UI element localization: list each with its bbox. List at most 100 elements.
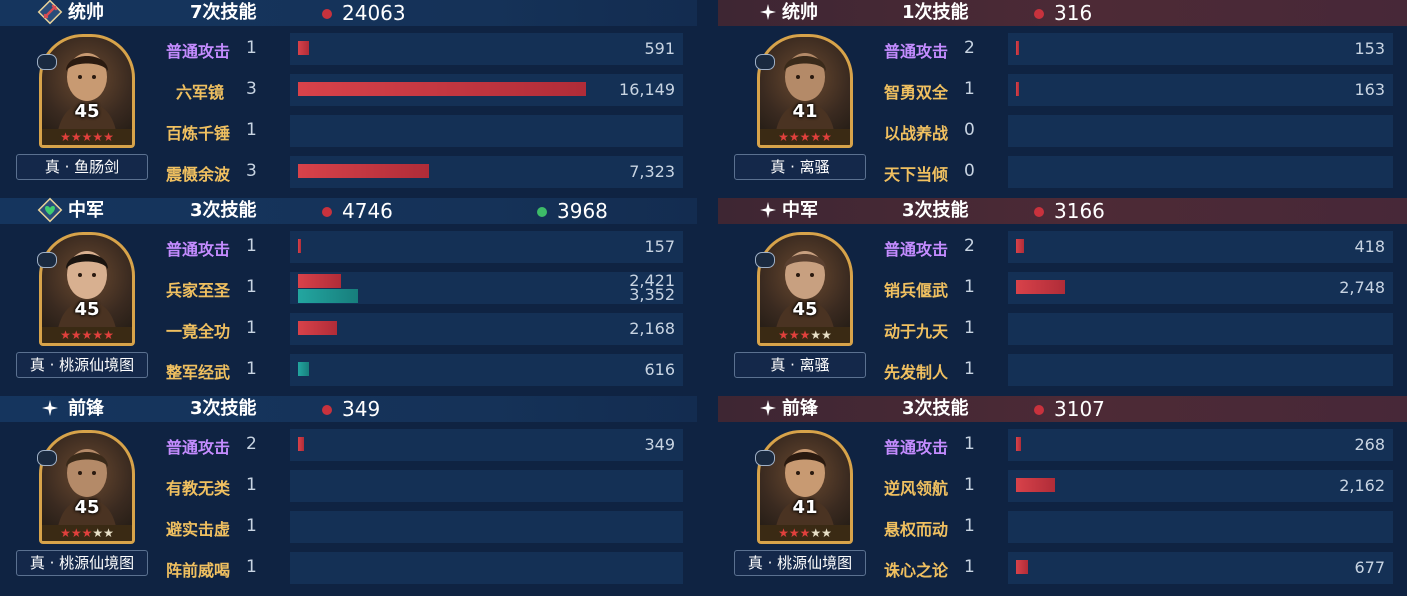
- damage-bar: [298, 164, 429, 178]
- hero-portrait[interactable]: 45 ★★★★★: [39, 430, 135, 544]
- skill-row-track: [1008, 354, 1393, 386]
- star-icon: ★: [821, 328, 832, 342]
- star-icon: ★: [810, 130, 822, 144]
- gear-name[interactable]: 真 · 鱼肠剑: [16, 154, 148, 180]
- skill-row[interactable]: 有教无类 1: [160, 468, 683, 504]
- hero-section: 前锋 3次技能 349 45 ★★★★★ 真 · 桃源仙境图 普通攻击 2 349 有教无类 1 避实…: [0, 396, 697, 593]
- star-icon: ★: [821, 130, 832, 144]
- damage-dot-icon: [322, 207, 332, 217]
- skill-row-track: [290, 470, 683, 502]
- star-icon: ★: [810, 328, 822, 342]
- star-rating: ★★★★★: [760, 525, 850, 541]
- hero-header: 中军 3次技能 3166: [718, 198, 1407, 224]
- gear-name[interactable]: 真 · 桃源仙境图: [16, 550, 148, 576]
- hero-card[interactable]: 45 ★★★★★ 真 · 鱼肠剑: [8, 28, 154, 188]
- skill-row[interactable]: 普通攻击 2 418: [878, 229, 1393, 265]
- damage-value: 2,748: [1339, 278, 1385, 297]
- star-icon: ★: [788, 328, 800, 342]
- gear-name[interactable]: 真 · 离骚: [734, 154, 866, 180]
- skill-row[interactable]: 普通攻击 1 157: [160, 229, 683, 265]
- skill-name: 整军经武: [166, 363, 231, 382]
- hero-card[interactable]: 45 ★★★★★ 真 · 离骚: [726, 226, 872, 386]
- damage-bar: [298, 82, 586, 96]
- skill-row-track: [1008, 511, 1393, 543]
- skill-row[interactable]: 兵家至圣 1 2,421 3,352: [160, 270, 683, 306]
- star-icon: ★: [92, 526, 104, 540]
- skill-row[interactable]: 普通攻击 2 349: [160, 427, 683, 463]
- hero-header: 中军 3次技能 4746 3968: [0, 197, 697, 224]
- gear-name[interactable]: 真 · 离骚: [734, 352, 866, 378]
- hero-section: 统帅 7次技能 24063 45 ★★★★★ 真 · 鱼肠剑 普通攻击 1 591 六军镜 3 16,…: [0, 0, 697, 197]
- heal-value: 616: [644, 360, 675, 379]
- hero-portrait[interactable]: 45 ★★★★★: [39, 34, 135, 148]
- star-rating: ★★★★★: [42, 525, 132, 541]
- damage-value: 677: [1354, 558, 1385, 577]
- star-icon: ★: [799, 130, 811, 144]
- skill-level: 1: [246, 359, 257, 379]
- star-icon: ★: [799, 328, 811, 342]
- heal-bar: [298, 289, 358, 303]
- skill-row[interactable]: 六军镜 3 16,149: [160, 72, 683, 108]
- troop-type-icon: [755, 54, 775, 70]
- skill-row[interactable]: 先发制人 1: [878, 352, 1393, 388]
- damage-value: 349: [644, 435, 675, 454]
- hero-portrait[interactable]: 41 ★★★★★: [757, 34, 853, 148]
- hero-card[interactable]: 45 ★★★★★ 真 · 桃源仙境图: [8, 424, 154, 584]
- skill-row[interactable]: 以战养战 0: [878, 113, 1393, 149]
- troop-type-icon: [37, 450, 57, 466]
- damage-bar: [298, 321, 337, 335]
- hero-portrait[interactable]: 45 ★★★★★: [39, 232, 135, 346]
- total-damage: 349: [342, 397, 381, 421]
- skill-level: 3: [246, 79, 257, 99]
- skill-row[interactable]: 诛心之论 1 677: [878, 550, 1393, 586]
- skill-level: 2: [246, 434, 257, 454]
- heal-dot-icon: [537, 207, 547, 217]
- hero-header: 前锋 3次技能 3107: [718, 396, 1407, 422]
- skill-name: 一竟全功: [166, 322, 231, 341]
- role-label: 前锋: [782, 398, 818, 419]
- hero-portrait[interactable]: 41 ★★★★★: [757, 430, 853, 544]
- star-rating: ★★★★★: [42, 327, 132, 343]
- skill-level: 1: [246, 557, 257, 577]
- damage-bar: [298, 239, 301, 253]
- gear-name[interactable]: 真 · 桃源仙境图: [16, 352, 148, 378]
- hero-level: 41: [792, 497, 818, 518]
- damage-bar: [298, 437, 304, 451]
- hero-card[interactable]: 41 ★★★★★ 真 · 离骚: [726, 28, 872, 188]
- skill-level: 1: [246, 516, 257, 536]
- skill-row[interactable]: 普通攻击 1 268: [878, 427, 1393, 463]
- skill-row[interactable]: 动于九天 1: [878, 311, 1393, 347]
- skill-level: 0: [964, 120, 975, 140]
- left-team-panel: 统帅 7次技能 24063 45 ★★★★★ 真 · 鱼肠剑 普通攻击 1 591 六军镜 3 16,…: [0, 0, 697, 596]
- skill-name: 阵前威喝: [166, 561, 231, 580]
- skill-row[interactable]: 一竟全功 1 2,168: [160, 311, 683, 347]
- skill-row-track: [290, 511, 683, 543]
- skill-row[interactable]: 逆风领航 1 2,162: [878, 468, 1393, 504]
- skill-row[interactable]: 智勇双全 1 163: [878, 72, 1393, 108]
- skill-name: 有教无类: [166, 479, 231, 498]
- skill-name: 动于九天: [884, 322, 949, 341]
- skill-row[interactable]: 整军经武 1 616: [160, 352, 683, 388]
- skill-level: 1: [246, 236, 257, 256]
- star-icon: ★: [70, 328, 82, 342]
- skill-row[interactable]: 避实击虚 1: [160, 509, 683, 545]
- hero-level: 45: [74, 299, 100, 320]
- skill-row[interactable]: 悬权而动 1: [878, 509, 1393, 545]
- skill-row-track: [1008, 231, 1393, 263]
- skill-row[interactable]: 阵前威喝 1: [160, 550, 683, 586]
- skill-row[interactable]: 震慑余波 3 7,323: [160, 154, 683, 190]
- skill-row[interactable]: 普通攻击 1 591: [160, 31, 683, 67]
- damage-value: 2,162: [1339, 476, 1385, 495]
- gear-name[interactable]: 真 · 桃源仙境图: [734, 550, 866, 576]
- hero-card[interactable]: 41 ★★★★★ 真 · 桃源仙境图: [726, 424, 872, 584]
- skill-level: 1: [246, 318, 257, 338]
- damage-bar: [1016, 82, 1019, 96]
- damage-dot-icon: [1034, 207, 1044, 217]
- total-damage: 24063: [342, 1, 406, 25]
- skill-row[interactable]: 普通攻击 2 153: [878, 31, 1393, 67]
- skill-row[interactable]: 天下当倾 0: [878, 154, 1393, 190]
- hero-portrait[interactable]: 45 ★★★★★: [757, 232, 853, 346]
- skill-row[interactable]: 百炼千锤 1: [160, 113, 683, 149]
- skill-row[interactable]: 销兵偃武 1 2,748: [878, 270, 1393, 306]
- hero-card[interactable]: 45 ★★★★★ 真 · 桃源仙境图: [8, 226, 154, 386]
